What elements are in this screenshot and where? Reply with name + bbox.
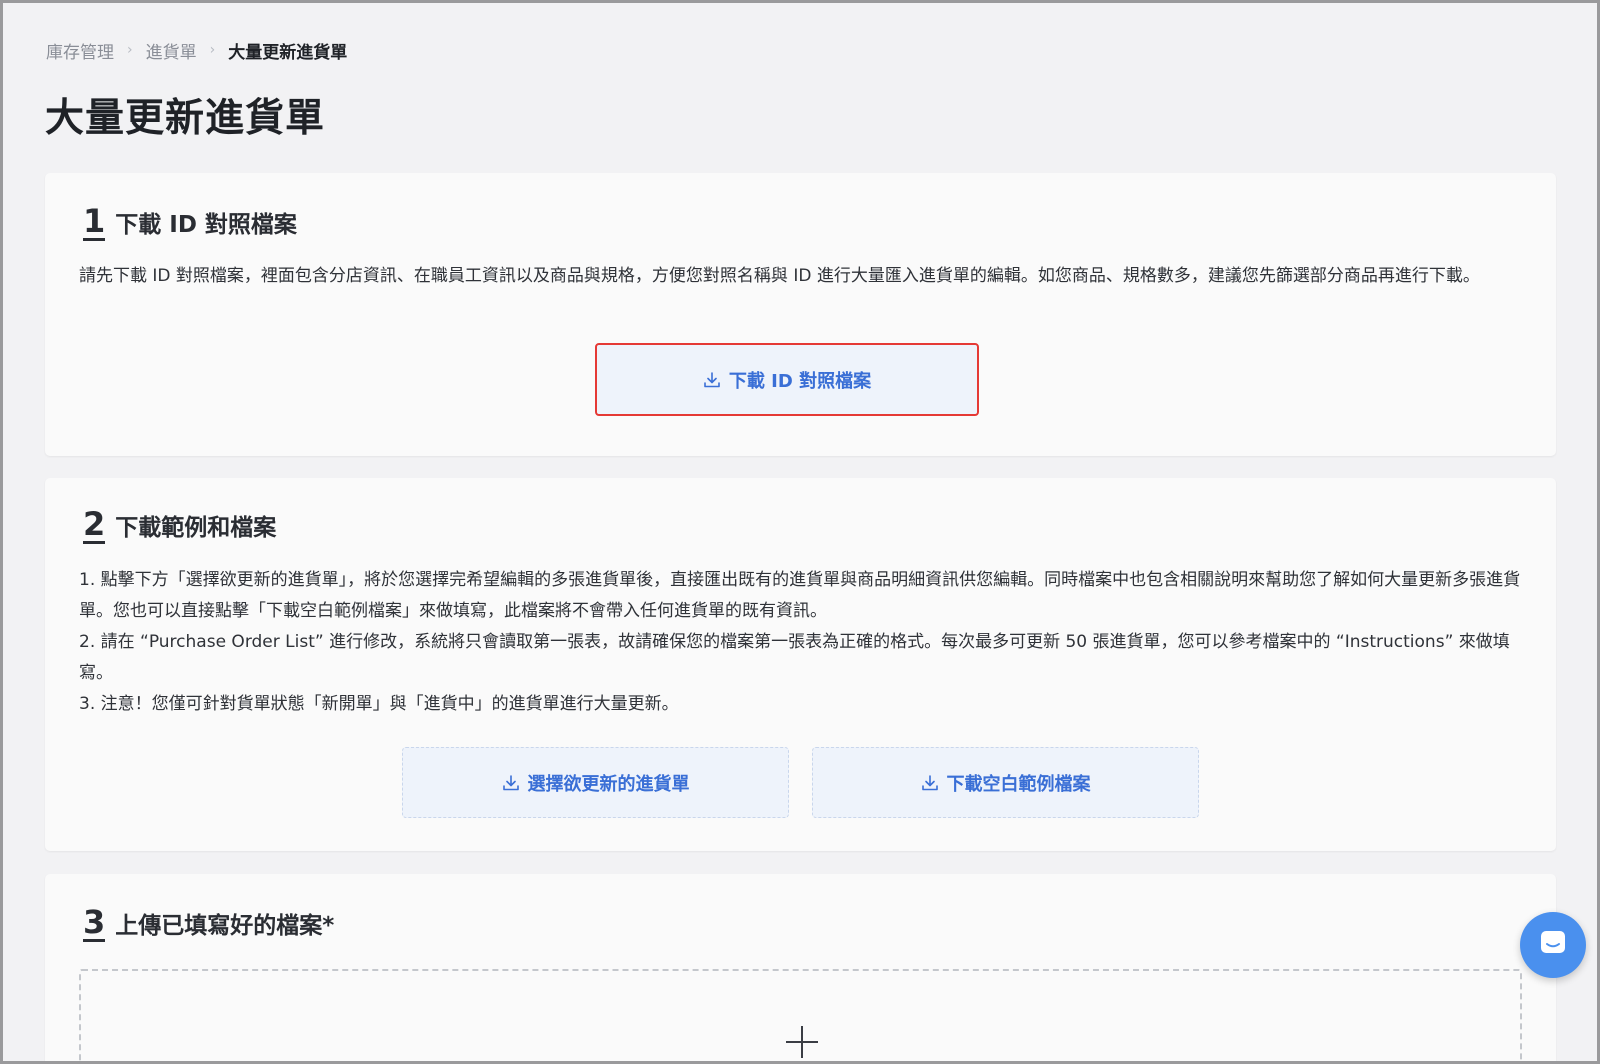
download-blank-template-button[interactable]: 下載空白範例檔案: [812, 747, 1199, 818]
step3-card: 3 上傳已填寫好的檔案*: [45, 874, 1556, 1061]
select-purchase-orders-button[interactable]: 選擇欲更新的進貨單: [402, 747, 789, 818]
chat-icon: [1538, 928, 1568, 962]
step2-instruction-3: 3. 注意！您僅可針對貨單狀態「新開單」與「進貨中」的進貨單進行大量更新。: [79, 694, 679, 714]
step2-title: 下載範例和檔案: [115, 515, 277, 541]
step3-header: 3 上傳已填寫好的檔案*: [83, 906, 334, 942]
step3-number: 3: [83, 903, 106, 942]
step2-instruction-1: 1. 點擊下方「選擇欲更新的進貨單」，將於您選擇完希望編輯的多張進貨單後，直接匯…: [79, 570, 1521, 621]
step2-number: 2: [83, 505, 106, 544]
download-icon: [502, 774, 520, 792]
download-id-mapping-button[interactable]: 下載 ID 對照檔案: [595, 343, 979, 416]
step3-title: 上傳已填寫好的檔案*: [115, 913, 335, 939]
page-frame: 庫存管理 › 進貨單 › 大量更新進貨單 大量更新進貨單 1 下載 ID 對照檔…: [0, 0, 1600, 1064]
chat-support-button[interactable]: [1520, 912, 1586, 978]
breadcrumb-inventory[interactable]: 庫存管理: [46, 38, 114, 63]
step1-card: 1 下載 ID 對照檔案 請先下載 ID 對照檔案，裡面包含分店資訊、在職員工資…: [45, 173, 1556, 456]
breadcrumb-current: 大量更新進貨單: [228, 42, 348, 63]
file-upload-dropzone[interactable]: [79, 969, 1522, 1061]
step2-instructions: 1. 點擊下方「選擇欲更新的進貨單」，將於您選擇完希望編輯的多張進貨單後，直接匯…: [79, 565, 1526, 720]
step2-header: 2 下載範例和檔案: [83, 508, 276, 544]
download-icon: [921, 774, 939, 792]
step1-number: 1: [83, 202, 106, 241]
page-title: 大量更新進貨單: [45, 96, 326, 141]
step2-instruction-2: 2. 請在 “Purchase Order List” 進行修改，系統將只會讀取…: [79, 632, 1510, 683]
breadcrumb-purchase-order[interactable]: 進貨單: [146, 38, 197, 63]
select-purchase-orders-label: 選擇欲更新的進貨單: [527, 773, 690, 795]
download-id-mapping-label: 下載 ID 對照檔案: [728, 370, 872, 392]
step1-title: 下載 ID 對照檔案: [115, 212, 297, 238]
download-blank-template-label: 下載空白範例檔案: [946, 773, 1091, 795]
plus-icon[interactable]: [786, 1026, 818, 1058]
step1-header: 1 下載 ID 對照檔案: [83, 205, 297, 241]
step1-description: 請先下載 ID 對照檔案，裡面包含分店資訊、在職員工資訊以及商品與規格，方便您對…: [79, 266, 1480, 286]
download-icon: [703, 371, 721, 389]
breadcrumb: 庫存管理 › 進貨單 › 大量更新進貨單: [46, 37, 347, 63]
breadcrumb-separator-icon: ›: [127, 42, 133, 58]
step2-card: 2 下載範例和檔案 1. 點擊下方「選擇欲更新的進貨單」，將於您選擇完希望編輯的…: [45, 478, 1556, 851]
breadcrumb-separator-icon: ›: [209, 42, 216, 58]
